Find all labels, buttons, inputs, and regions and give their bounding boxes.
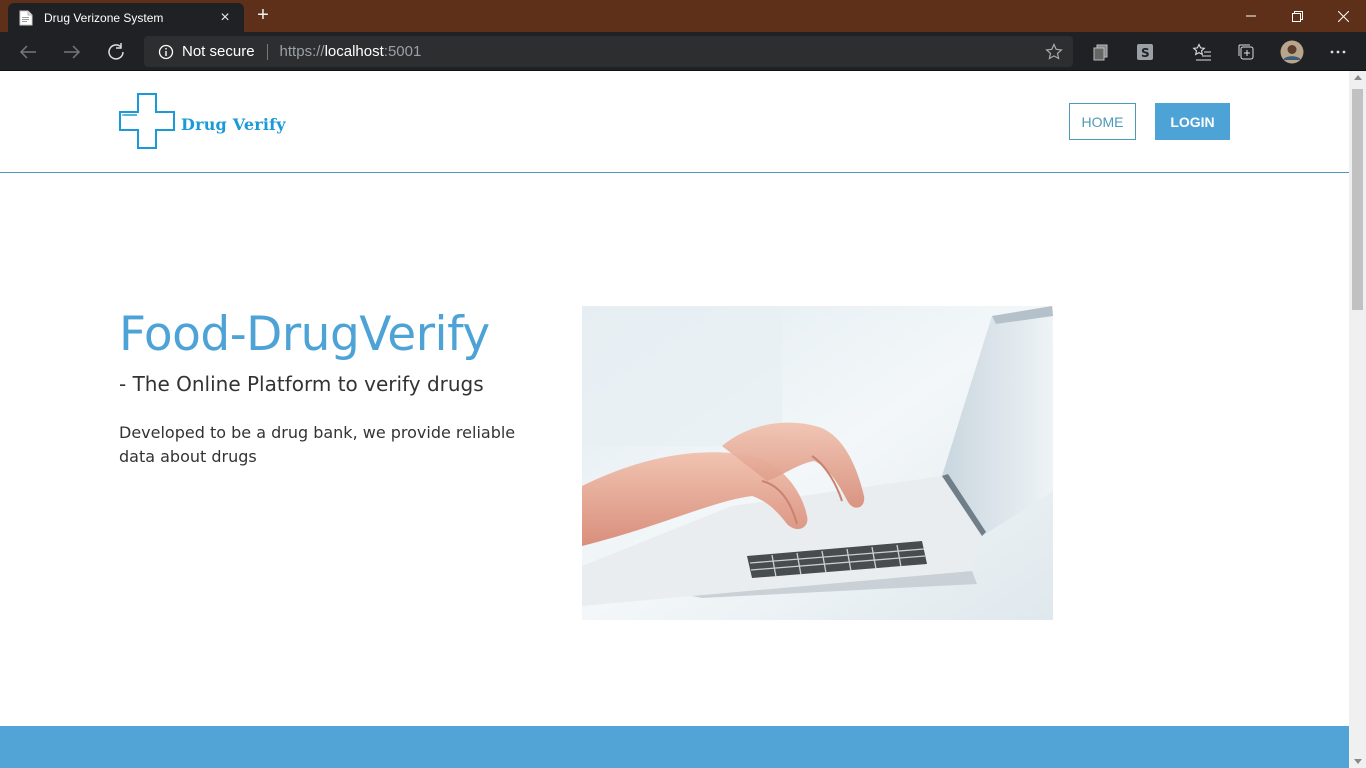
restore-button[interactable] <box>1274 0 1320 32</box>
url-host: localhost <box>324 43 384 60</box>
new-tab-button[interactable]: + <box>252 4 274 26</box>
title-bar: Drug Verizone System × + <box>0 0 1366 32</box>
extension-button[interactable]: S <box>1131 38 1159 66</box>
laptop-typing-image <box>582 306 1053 620</box>
favorites-button[interactable] <box>1188 38 1216 66</box>
nav-home-button[interactable]: HOME <box>1069 103 1136 140</box>
browser-toolbar: Not secure https://localhost:5001 S <box>0 32 1366 71</box>
info-icon[interactable] <box>158 44 174 60</box>
close-icon <box>1337 10 1349 22</box>
close-window-button[interactable] <box>1320 0 1366 32</box>
forward-icon <box>64 45 81 59</box>
svg-text:S: S <box>1141 46 1150 60</box>
scroll-thumb[interactable] <box>1352 89 1363 310</box>
page-scrollbar[interactable] <box>1349 71 1366 768</box>
page-icon <box>18 10 34 26</box>
site-header: Drug Verify HOME LOGIN <box>0 71 1349 173</box>
scroll-up-icon[interactable] <box>1354 75 1362 80</box>
minimize-icon <box>1246 15 1256 17</box>
address-bar[interactable]: Not secure https://localhost:5001 <box>144 36 1073 67</box>
favorites-icon <box>1192 43 1211 61</box>
url-prefix: https:// <box>279 43 325 60</box>
star-icon[interactable] <box>1045 43 1063 66</box>
security-label[interactable]: Not secure <box>182 43 255 60</box>
tab-actions-icon <box>1238 44 1254 60</box>
tab-title: Drug Verizone System <box>44 10 164 25</box>
collections-button[interactable] <box>1087 38 1115 66</box>
hero-description: Developed to be a drug bank, we provide … <box>119 423 516 466</box>
hero-title: Food-DrugVerify <box>119 307 490 362</box>
minimize-button[interactable] <box>1228 0 1274 32</box>
nav-login-button[interactable]: LOGIN <box>1155 103 1230 140</box>
scroll-down-icon[interactable] <box>1354 759 1362 764</box>
refresh-icon <box>108 43 124 60</box>
medical-cross-icon <box>119 93 175 149</box>
forward-button[interactable] <box>58 38 86 66</box>
collections-icon <box>1093 44 1108 61</box>
profile-icon <box>1280 40 1304 64</box>
tab-actions-button[interactable] <box>1232 38 1260 66</box>
profile-button[interactable] <box>1278 38 1306 66</box>
refresh-button[interactable] <box>102 38 130 66</box>
footer-band <box>0 726 1349 768</box>
hero-subtitle: - The Online Platform to verify drugs <box>119 372 484 396</box>
back-button[interactable] <box>14 38 42 66</box>
tab-close-icon[interactable]: × <box>216 9 234 27</box>
back-icon <box>19 45 36 59</box>
address-divider <box>266 43 268 60</box>
more-icon <box>1330 50 1346 54</box>
restore-icon <box>1291 10 1303 22</box>
web-page: Drug Verify HOME LOGIN Food-DrugVerify -… <box>0 71 1349 768</box>
browser-tab[interactable]: Drug Verizone System × <box>8 3 244 32</box>
more-button[interactable] <box>1324 38 1352 66</box>
logo-text: Drug Verify <box>181 114 286 134</box>
url-port: :5001 <box>383 43 422 60</box>
url-text[interactable]: https://localhost:5001 <box>280 43 422 60</box>
site-logo[interactable]: Drug Verify <box>119 93 286 149</box>
extension-icon: S <box>1137 44 1153 60</box>
